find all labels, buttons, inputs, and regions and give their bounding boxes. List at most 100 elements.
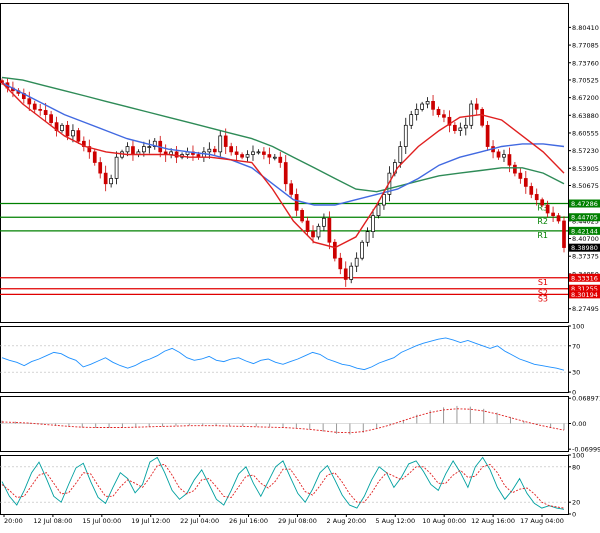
candle-body <box>365 231 370 243</box>
candle-body <box>518 172 523 179</box>
y-tick-label-stoch: 0 <box>572 511 576 519</box>
candle-body <box>502 154 506 158</box>
candle-body <box>562 220 566 248</box>
candle-body <box>360 241 364 259</box>
y-tick-label-rsi: 70 <box>572 342 580 350</box>
candle-body <box>403 124 408 147</box>
chart-svg: 8.80410 8.77085 8.73760 8.70525 8.67200 8.638… <box>0 3 600 525</box>
x-tick-label: 15 Jul 00:00 <box>82 517 121 525</box>
candle-body <box>540 199 545 206</box>
candle-body <box>496 151 501 158</box>
panel-frame-1 <box>0 326 569 393</box>
panel-frame-2 <box>0 396 569 452</box>
x-tick-label: 2 Aug 20:00 <box>327 517 367 525</box>
candle-body <box>414 108 419 116</box>
candle-body <box>229 146 234 153</box>
candle-body <box>262 151 266 155</box>
candle-body <box>43 110 48 116</box>
candle-body <box>507 154 512 166</box>
price-candles <box>0 78 566 287</box>
candle-body <box>125 146 130 153</box>
candle-body <box>316 225 321 238</box>
stoch-k-line <box>1 456 565 510</box>
candle-body <box>327 217 332 243</box>
candle-body <box>551 212 555 217</box>
candle-body <box>425 101 430 105</box>
candle-body <box>0 80 4 84</box>
candle-body <box>109 178 113 185</box>
rsi-line <box>1 337 565 371</box>
indicators <box>0 337 568 510</box>
candle-body <box>131 146 135 155</box>
candle-body <box>142 146 146 153</box>
candle-body <box>556 215 561 222</box>
axis-ticks: 8.80410 8.77085 8.73760 8.70525 8.67200 8.638… <box>568 24 600 519</box>
candle-body <box>338 257 343 270</box>
candle-body <box>234 151 239 155</box>
y-tick-label-stoch: 80 <box>572 463 580 471</box>
candle-body <box>207 148 212 153</box>
candle-body <box>212 148 217 153</box>
candle-body <box>245 154 250 158</box>
level-name-R1: R1 <box>537 231 548 240</box>
level-price-label-R2: 8.44705 <box>571 214 598 222</box>
candle-body <box>534 194 539 201</box>
x-tick-label: 5 Aug 12:00 <box>375 517 415 525</box>
y-tick-label-price: 8.63880 <box>572 112 599 120</box>
level-price-label-S1: 8.33316 <box>571 274 598 282</box>
candle-body <box>371 215 375 232</box>
candle-body <box>240 154 244 158</box>
candle-body <box>485 124 490 147</box>
candle-body <box>27 98 32 105</box>
ma-red-line <box>1 82 565 249</box>
y-tick-label-price: 8.57230 <box>572 147 599 155</box>
y-tick-label-rsi: 30 <box>572 369 580 377</box>
candle-body <box>49 114 53 123</box>
candle-body <box>529 186 534 195</box>
candle-body <box>114 156 119 179</box>
candle-body <box>294 194 299 211</box>
candle-body <box>300 210 304 222</box>
candle-body <box>523 178 528 187</box>
y-tick-label-rsi: 100 <box>572 323 584 331</box>
y-tick-label-macd: 0.00 <box>572 420 586 428</box>
candle-body <box>463 124 468 129</box>
candle-body <box>382 194 386 206</box>
candle-body <box>343 268 348 280</box>
y-tick-label-price: 8.60555 <box>572 129 599 137</box>
y-tick-label-price: 8.50675 <box>572 182 599 190</box>
y-tick-label-price: 8.27495 <box>572 305 599 313</box>
candle-body <box>289 183 294 195</box>
chart-root: 8.80410 8.77085 8.73760 8.70525 8.67200 8.638… <box>0 0 600 529</box>
macd-signal-line <box>1 408 565 434</box>
candle-body <box>474 103 479 110</box>
time-axis: 20:00 12 Jul 08:00 15 Jul 00:00 19 Jul 12:0… <box>3 514 564 525</box>
level-name-S1: S1 <box>538 278 548 287</box>
candle-body <box>332 241 337 259</box>
level-name-S3: S3 <box>538 294 548 303</box>
ma-green-line <box>1 76 565 193</box>
y-tick-label-price: 8.80410 <box>572 24 599 32</box>
y-tick-label-macd: 0.068971 <box>572 395 600 403</box>
candle-body <box>60 124 64 131</box>
candle-body <box>354 257 359 267</box>
y-tick-label-stoch: 20 <box>572 499 580 507</box>
candle-body <box>409 114 414 126</box>
y-tick-label-price: 8.53905 <box>572 165 599 173</box>
candle-body <box>267 154 272 158</box>
candle-body <box>71 130 75 137</box>
level-name-R2: R2 <box>537 217 548 226</box>
candle-body <box>92 151 97 163</box>
candle-body <box>322 217 326 227</box>
level-price-label-R1: 8.42144 <box>571 227 598 235</box>
candle-body <box>147 146 152 148</box>
candle-body <box>398 146 403 163</box>
x-tick-label: 12 Aug 16:00 <box>471 517 515 525</box>
y-tick-label-price: 8.70525 <box>572 76 599 84</box>
y-tick-label-price: 8.40700 <box>572 235 599 243</box>
pivot-levels: R3 8.47286R2 8.44705R1 8.42144S1 8.33316S2 8.… <box>0 199 600 303</box>
x-tick-label: 22 Jul 04:00 <box>180 517 219 525</box>
candle-body <box>305 220 310 232</box>
y-tick-label-price: 8.73760 <box>572 59 599 67</box>
candle-body <box>218 135 223 153</box>
